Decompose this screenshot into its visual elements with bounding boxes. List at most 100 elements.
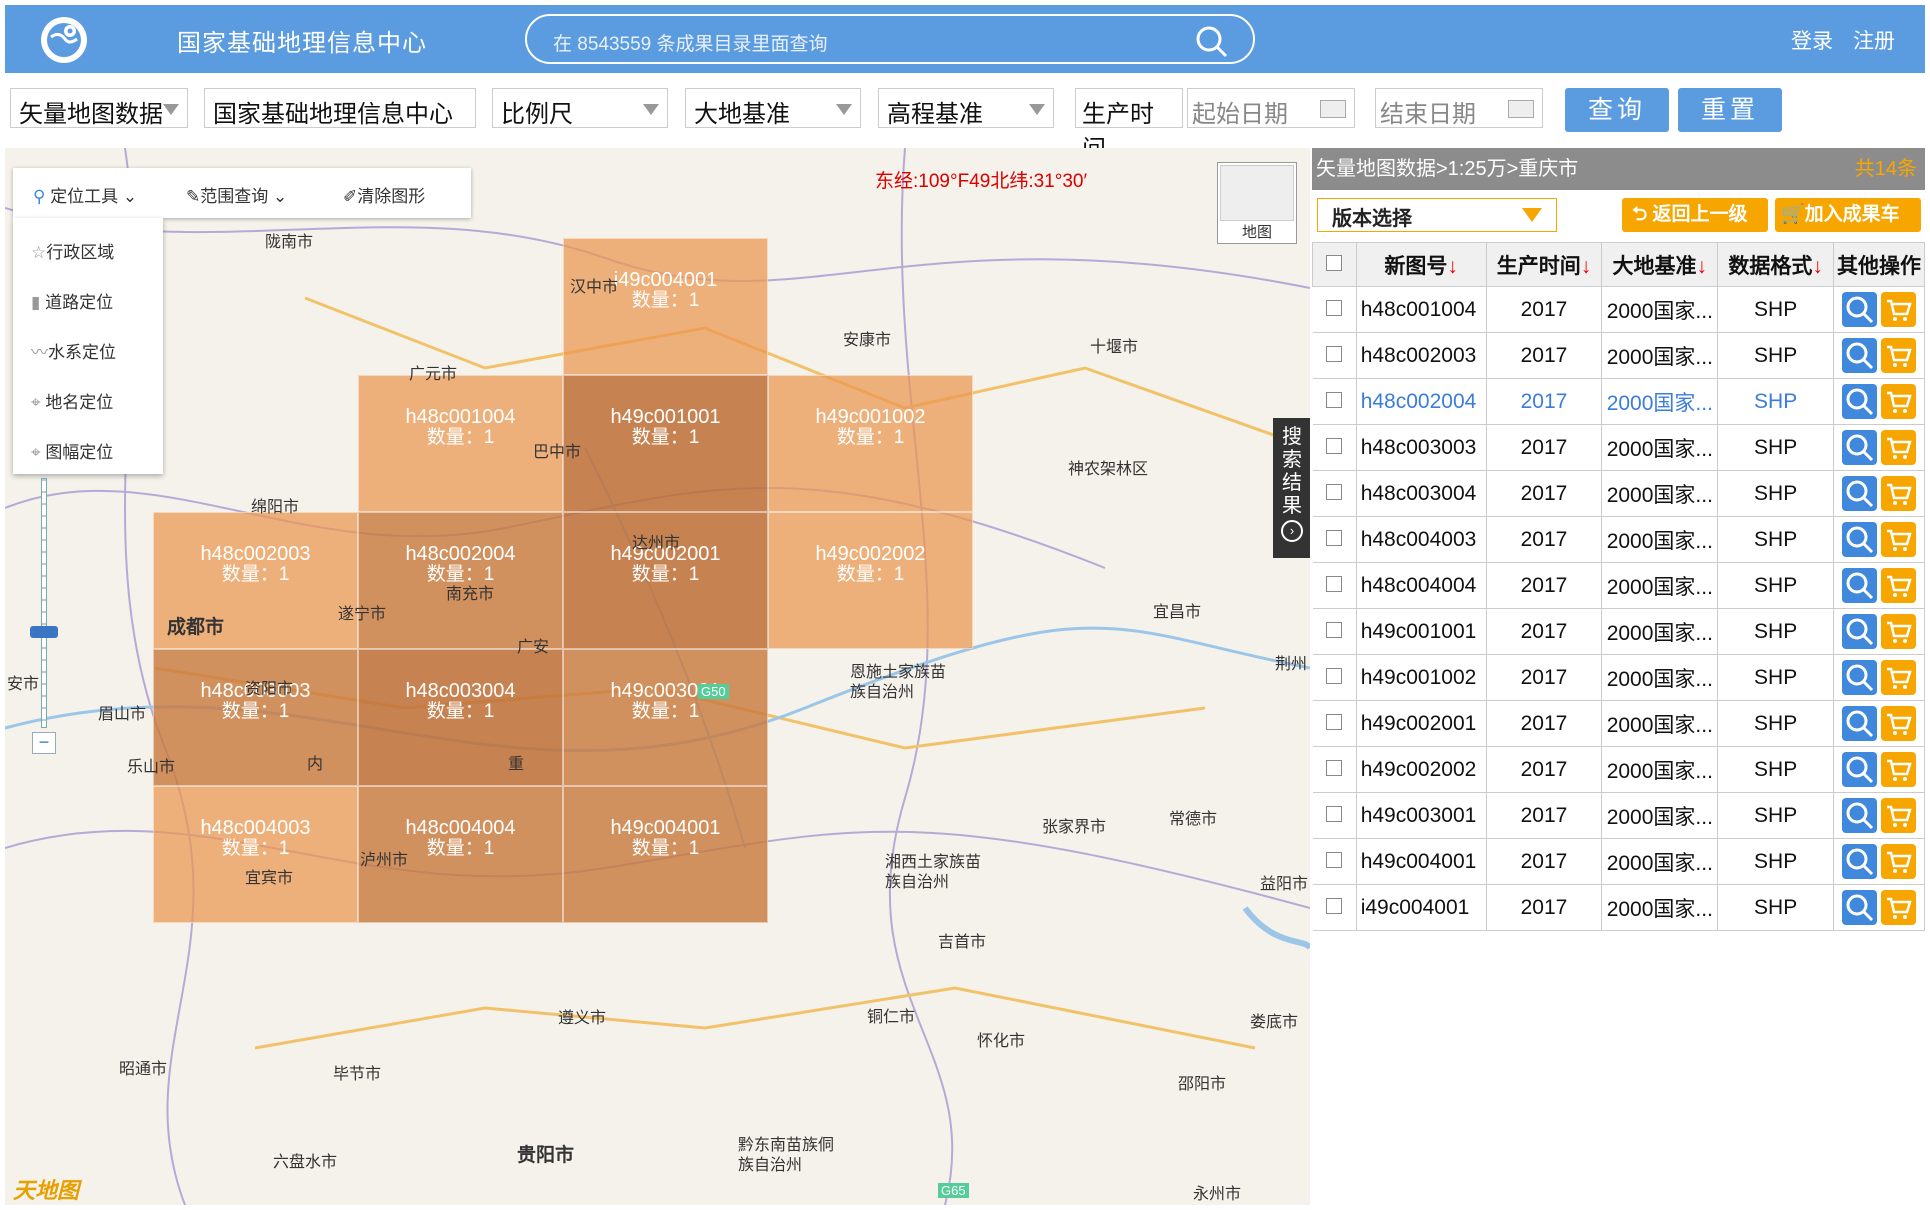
table-row[interactable]: h49c003001 2017 2000国家... SHP: [1312, 792, 1925, 839]
table-row[interactable]: h48c003003 2017 2000国家... SHP: [1312, 424, 1925, 471]
map-view[interactable]: i49c004001 数量：1 h48c001004 数量：1 h49c001001…: [5, 148, 1310, 1205]
row-id[interactable]: h49c004001: [1356, 838, 1487, 885]
row-id[interactable]: i49c004001: [1356, 884, 1487, 931]
row-checkbox[interactable]: [1326, 345, 1343, 362]
row-checkbox[interactable]: [1326, 483, 1343, 500]
register-link[interactable]: 注册: [1853, 30, 1895, 53]
row-id[interactable]: h49c002002: [1356, 746, 1487, 793]
table-row[interactable]: h48c002003 2017 2000国家... SHP: [1312, 332, 1925, 379]
table-row[interactable]: h48c003004 2017 2000国家... SHP: [1312, 470, 1925, 517]
magnifier-icon[interactable]: [1842, 568, 1877, 603]
row-checkbox[interactable]: [1326, 805, 1343, 822]
map-type-switch[interactable]: 地图: [1217, 162, 1297, 244]
locate-menu-item[interactable]: ⌖ 图幅定位: [31, 438, 113, 463]
row-checkbox[interactable]: [1326, 299, 1343, 316]
row-checkbox-cell[interactable]: [1312, 700, 1357, 747]
col-format[interactable]: 数据格式↓: [1717, 242, 1835, 287]
row-id[interactable]: h49c001002: [1356, 654, 1487, 701]
row-checkbox-cell[interactable]: [1312, 746, 1357, 793]
elevation-select[interactable]: 高程基准: [878, 88, 1054, 128]
row-checkbox-cell[interactable]: [1312, 792, 1357, 839]
sort-arrow-icon[interactable]: ↓: [1447, 255, 1458, 278]
row-checkbox-cell[interactable]: [1312, 654, 1357, 701]
row-checkbox-cell[interactable]: [1312, 286, 1357, 333]
row-checkbox[interactable]: [1326, 759, 1343, 776]
cart-icon[interactable]: [1881, 844, 1916, 879]
row-id[interactable]: h48c003003: [1356, 424, 1487, 471]
cart-icon[interactable]: [1881, 568, 1916, 603]
sort-arrow-icon[interactable]: ↓: [1581, 255, 1592, 278]
magnifier-icon[interactable]: [1842, 752, 1877, 787]
data-type-select[interactable]: 矢量地图数据: [10, 88, 188, 128]
map-tile[interactable]: h49c002002 数量：1: [768, 512, 973, 649]
select-all-checkbox-cell[interactable]: [1312, 242, 1357, 287]
map-tile[interactable]: h49c001001 数量：1: [563, 375, 768, 512]
table-row[interactable]: h48c004003 2017 2000国家... SHP: [1312, 516, 1925, 563]
table-row[interactable]: h49c002001 2017 2000国家... SHP: [1312, 700, 1925, 747]
cart-icon[interactable]: [1881, 614, 1916, 649]
sort-arrow-icon[interactable]: ↓: [1697, 255, 1708, 278]
magnifier-icon[interactable]: [1842, 798, 1877, 833]
map-tile[interactable]: h49c004001 数量：1: [563, 786, 768, 923]
search-results-toggle[interactable]: 搜 索 结 果 ›: [1273, 418, 1310, 558]
map-tile[interactable]: h48c004003 数量：1: [153, 786, 358, 923]
magnifier-icon[interactable]: [1842, 292, 1877, 327]
row-id[interactable]: h48c003004: [1356, 470, 1487, 517]
row-checkbox[interactable]: [1326, 621, 1343, 638]
start-date-input[interactable]: 起始日期: [1187, 88, 1355, 128]
row-checkbox-cell[interactable]: [1312, 838, 1357, 885]
scale-select[interactable]: 比例尺: [492, 88, 668, 128]
row-id[interactable]: h49c002001: [1356, 700, 1487, 747]
globe-pin-logo-icon[interactable]: [41, 17, 87, 63]
row-id[interactable]: h49c003001: [1356, 792, 1487, 839]
table-row[interactable]: h49c001002 2017 2000国家... SHP: [1312, 654, 1925, 701]
cart-icon[interactable]: [1881, 476, 1916, 511]
cart-icon[interactable]: [1881, 292, 1916, 327]
row-checkbox-cell[interactable]: [1312, 332, 1357, 379]
magnifier-icon[interactable]: [1842, 522, 1877, 557]
catalog-search-input[interactable]: 在 8543559 条成果目录里面查询: [525, 14, 1255, 64]
query-button[interactable]: 查询: [1565, 88, 1669, 132]
cart-icon[interactable]: [1881, 522, 1916, 557]
locate-menu-item[interactable]: ⌖ 地名定位: [31, 388, 113, 413]
add-cart-button[interactable]: 🛒加入成果车: [1775, 198, 1921, 232]
row-checkbox[interactable]: [1326, 851, 1343, 868]
row-id[interactable]: h48c002003: [1356, 332, 1487, 379]
clear-shapes-button[interactable]: ✐清除图形: [343, 182, 425, 207]
magnifier-icon[interactable]: [1842, 890, 1877, 925]
map-tile[interactable]: h49c003001 数量：1: [563, 649, 768, 786]
table-row[interactable]: h48c002004 2017 2000国家... SHP: [1312, 378, 1925, 425]
table-row[interactable]: h49c001001 2017 2000国家... SHP: [1312, 608, 1925, 655]
magnifier-icon[interactable]: [1842, 384, 1877, 419]
row-checkbox[interactable]: [1326, 529, 1343, 546]
cart-icon[interactable]: [1881, 660, 1916, 695]
range-query-button[interactable]: ✎范围查询 ⌄: [186, 182, 287, 207]
search-icon[interactable]: [1195, 25, 1229, 59]
map-tile[interactable]: h48c003004 数量：1: [358, 649, 563, 786]
map-tile[interactable]: i49c004001 数量：1: [563, 238, 768, 375]
locate-tool-button[interactable]: ⚲ 定位工具 ⌄: [33, 182, 137, 207]
locate-menu-item[interactable]: ☆行政区域: [31, 238, 114, 263]
row-checkbox[interactable]: [1326, 575, 1343, 592]
cart-icon[interactable]: [1881, 384, 1916, 419]
row-checkbox-cell[interactable]: [1312, 608, 1357, 655]
row-id[interactable]: h48c004003: [1356, 516, 1487, 563]
row-checkbox[interactable]: [1326, 667, 1343, 684]
table-row[interactable]: h48c001004 2017 2000国家... SHP: [1312, 286, 1925, 333]
locate-menu-item[interactable]: 〰水系定位: [31, 338, 116, 363]
table-row[interactable]: i49c004001 2017 2000国家... SHP: [1312, 884, 1925, 931]
login-link[interactable]: 登录: [1791, 30, 1833, 53]
row-checkbox[interactable]: [1326, 391, 1343, 408]
magnifier-icon[interactable]: [1842, 706, 1877, 741]
select-all-checkbox[interactable]: [1326, 254, 1343, 271]
cart-icon[interactable]: [1881, 798, 1916, 833]
row-checkbox-cell[interactable]: [1312, 424, 1357, 471]
row-checkbox[interactable]: [1326, 897, 1343, 914]
magnifier-icon[interactable]: [1842, 660, 1877, 695]
col-datum[interactable]: 大地基准↓: [1601, 242, 1719, 287]
row-checkbox-cell[interactable]: [1312, 516, 1357, 563]
locate-menu-item[interactable]: ▮ 道路定位: [31, 288, 113, 313]
magnifier-icon[interactable]: [1842, 614, 1877, 649]
table-row[interactable]: h49c002002 2017 2000国家... SHP: [1312, 746, 1925, 793]
sort-arrow-icon[interactable]: ↓: [1812, 255, 1823, 278]
